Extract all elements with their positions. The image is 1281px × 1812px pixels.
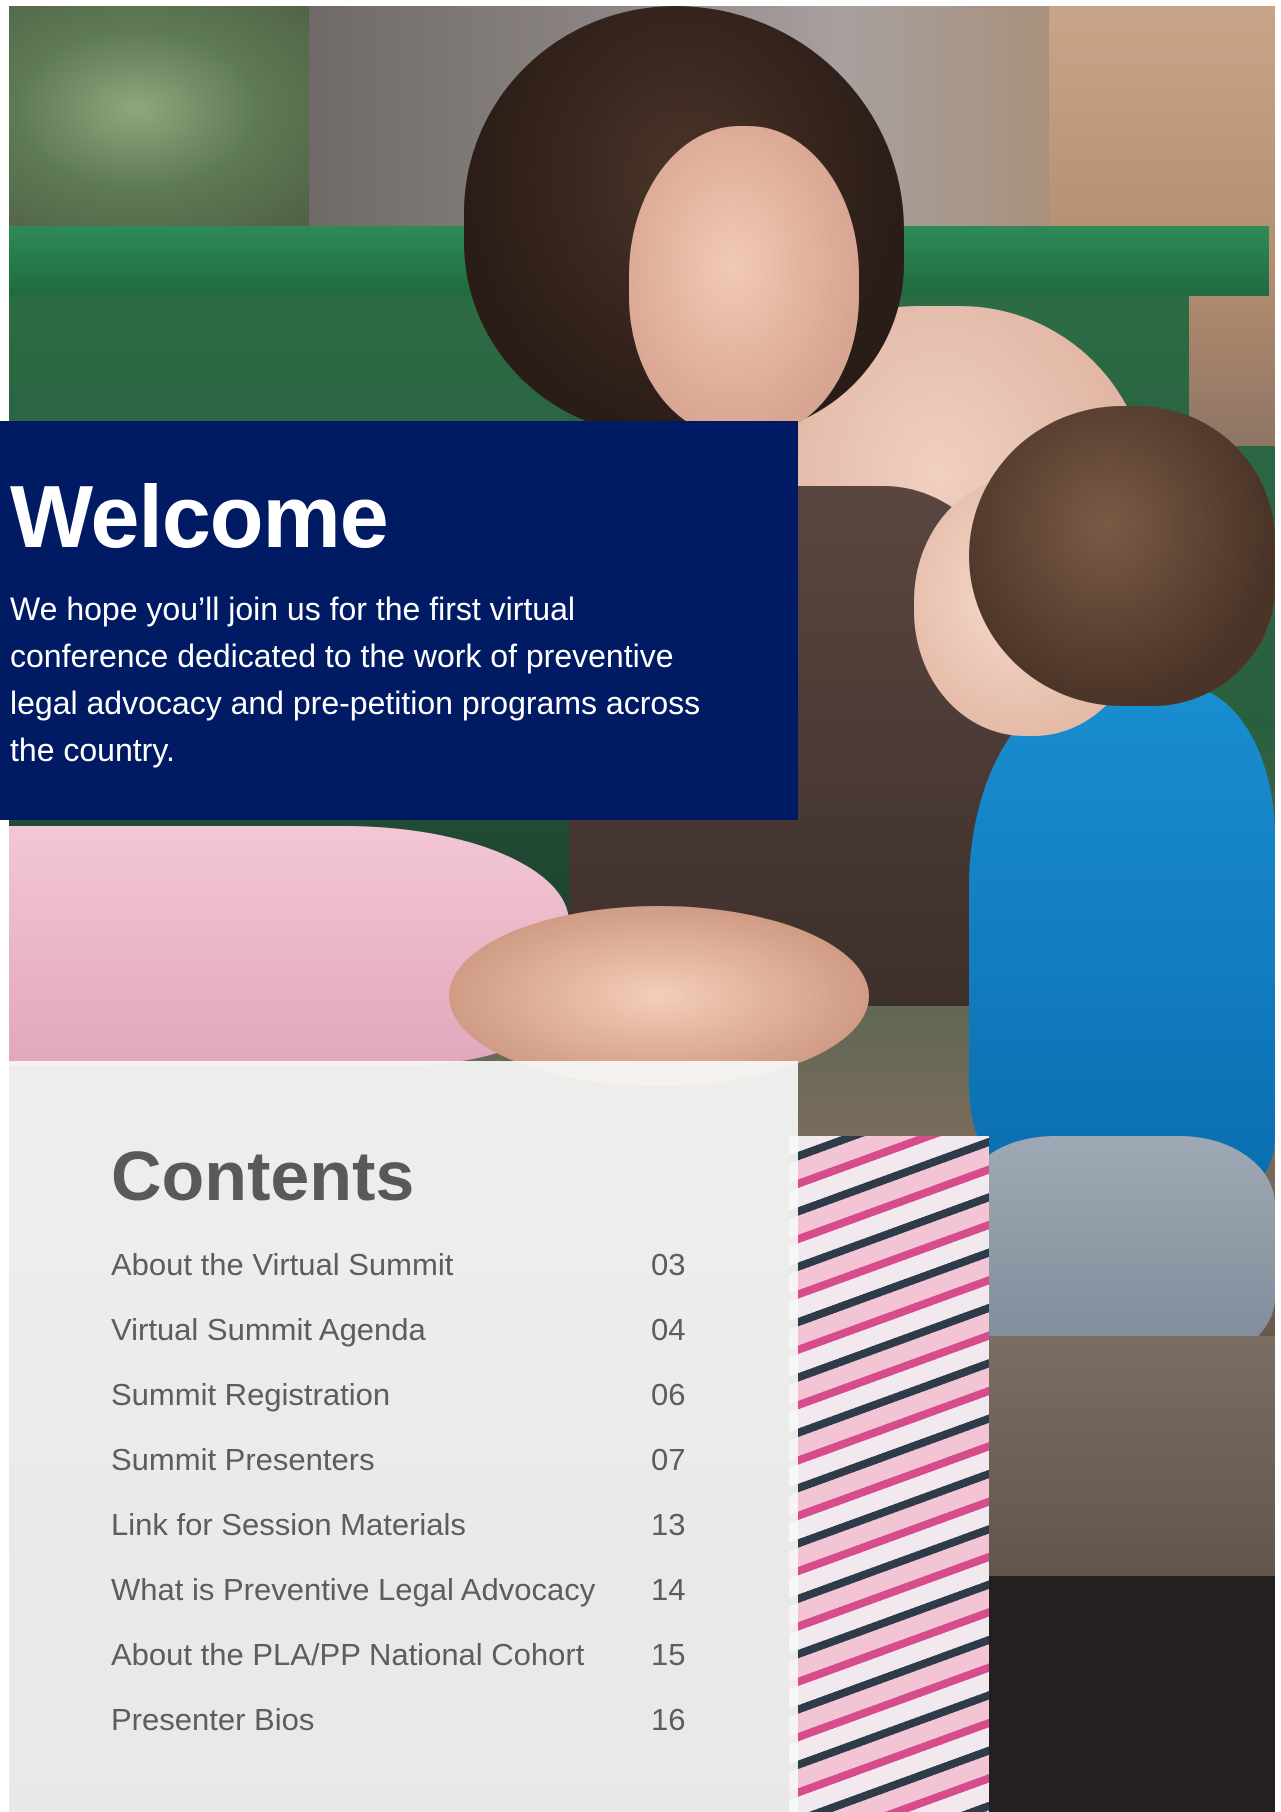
photo-grey-pants (959, 1136, 1275, 1366)
toc-item-page: 13 (651, 1507, 686, 1542)
brochure-page: Welcome We hope you’ll join us for the f… (0, 0, 1281, 1812)
toc-item-label: Presenter Bios (111, 1702, 315, 1737)
contents-panel: Contents About the Virtual Summit 03 Vir… (9, 1061, 798, 1812)
toc-item-page: 04 (651, 1312, 686, 1347)
toc-item-presenters[interactable]: Summit Presenters 07 (111, 1442, 701, 1507)
toc-item-page: 07 (651, 1442, 686, 1477)
photo-mother-face (629, 126, 859, 436)
toc-item-page: 06 (651, 1377, 686, 1412)
toc-item-preventive-advocacy[interactable]: What is Preventive Legal Advocacy 14 (111, 1572, 701, 1637)
toc-item-label: What is Preventive Legal Advocacy (111, 1572, 596, 1607)
photo-boy-hair (969, 406, 1275, 706)
toc-item-label: Virtual Summit Agenda (111, 1312, 426, 1347)
welcome-banner: Welcome We hope you’ll join us for the f… (0, 421, 798, 820)
photo-trees (9, 6, 329, 236)
toc-item-page: 03 (651, 1247, 686, 1282)
toc-item-about-summit[interactable]: About the Virtual Summit 03 (111, 1247, 701, 1312)
toc-item-agenda[interactable]: Virtual Summit Agenda 04 (111, 1312, 701, 1377)
toc-item-label: Link for Session Materials (111, 1507, 466, 1542)
photo-boy-hoodie (969, 686, 1275, 1186)
toc-item-label: Summit Presenters (111, 1442, 375, 1477)
welcome-text: We hope you’ll join us for the first vir… (10, 591, 701, 768)
toc-item-label: Summit Registration (111, 1377, 391, 1412)
toc-item-label: About the PLA/PP National Cohort (111, 1637, 585, 1672)
photo-child-face (449, 906, 869, 1086)
toc-item-page: 14 (651, 1572, 686, 1607)
table-of-contents: About the Virtual Summit 03 Virtual Summ… (111, 1247, 701, 1767)
toc-item-registration[interactable]: Summit Registration 06 (111, 1377, 701, 1442)
toc-item-page: 16 (651, 1702, 686, 1737)
toc-item-label: About the Virtual Summit (111, 1247, 454, 1282)
contents-title: Contents (111, 1137, 415, 1215)
photo-leggings (789, 1136, 989, 1812)
toc-item-session-materials[interactable]: Link for Session Materials 13 (111, 1507, 701, 1572)
toc-item-page: 15 (651, 1637, 686, 1672)
toc-item-presenter-bios[interactable]: Presenter Bios 16 (111, 1702, 701, 1767)
toc-item-national-cohort[interactable]: About the PLA/PP National Cohort 15 (111, 1637, 701, 1702)
welcome-title: Welcome (10, 467, 389, 566)
